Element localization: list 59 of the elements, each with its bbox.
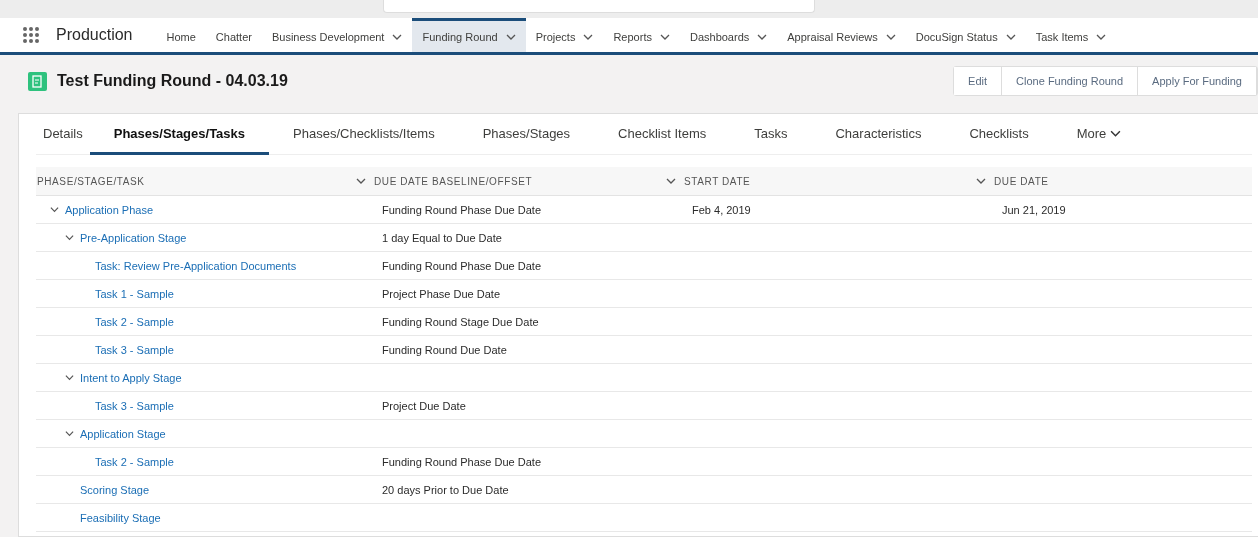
record-title: Test Funding Round - 04.03.19 [57, 72, 289, 90]
record-icon [28, 71, 47, 91]
column-header: DUE DATE [994, 175, 1049, 187]
app-launcher-icon[interactable] [22, 26, 40, 44]
tree-item-link[interactable]: Task 2 - Sample [95, 455, 174, 468]
sort-caret-icon[interactable] [976, 176, 986, 186]
tree-item-link[interactable]: Task 2 - Sample [95, 315, 174, 328]
tab[interactable]: Checklist Items [594, 114, 731, 155]
table-cell: Funding Round Phase Due Date [382, 259, 541, 272]
table-cell: Funding Round Due Date [382, 343, 507, 356]
tab[interactable]: Phases/Stages/Tasks [89, 114, 270, 155]
tree-item-link[interactable]: Intent to Apply Stage [80, 371, 182, 384]
table-cell: Feb 4, 2019 [692, 203, 751, 216]
nav-tab[interactable]: Chatter [205, 18, 262, 52]
table-cell: Funding Round Phase Due Date [382, 455, 541, 468]
app-name: Production [56, 26, 133, 44]
tree-item-link[interactable]: Pre-Application Stage [80, 231, 187, 244]
chevron-icon[interactable] [65, 233, 74, 242]
table-cell: Funding Round Stage Due Date [382, 315, 539, 328]
nav-tab[interactable]: Appraisal Reviews [777, 18, 906, 52]
nav-tab[interactable]: DocuSign Status [905, 18, 1026, 52]
tree-item-link[interactable]: Task: Review Pre-Application Documents [95, 259, 297, 272]
tree-item-link[interactable]: Task 3 - Sample [95, 343, 174, 356]
search-field[interactable] [383, 0, 815, 13]
nav-tab[interactable]: Business Development [261, 18, 413, 52]
tree-item-link[interactable]: Application Phase [65, 203, 154, 216]
table-cell: Funding Round Phase Due Date [382, 203, 541, 216]
tree-item-link[interactable]: Application Stage [80, 427, 166, 440]
chevron-icon[interactable] [50, 205, 59, 214]
chevron-icon[interactable] [65, 373, 74, 382]
tree-item-link[interactable]: Task 1 - Sample [95, 287, 174, 300]
column-header: START DATE [684, 175, 751, 187]
tab[interactable]: Details [36, 114, 90, 155]
nav-tab[interactable]: Dashboards [679, 18, 778, 52]
nav-tab[interactable]: Projects [525, 18, 604, 52]
sort-caret-icon[interactable] [666, 176, 676, 186]
tree-item-link[interactable]: Feasibility Stage [80, 511, 161, 524]
table-cell: 1 day Equal to Due Date [382, 231, 502, 244]
tab[interactable]: More [1052, 114, 1146, 155]
nav-tab[interactable]: Reports [603, 18, 680, 52]
table-cell: 20 days Prior to Due Date [382, 483, 509, 496]
table-cell: Project Due Date [382, 399, 466, 412]
action-button[interactable]: Edit [954, 67, 1003, 95]
chevron-icon[interactable] [65, 429, 74, 438]
table-cell: Project Phase Due Date [382, 287, 500, 300]
column-header: PHASE/STAGE/TASK [37, 175, 145, 187]
table-cell: Jun 21, 2019 [1002, 203, 1066, 216]
nav-tab[interactable]: Funding Round [412, 18, 526, 52]
tab[interactable]: Phases/Checklists/Items [269, 114, 459, 155]
tab[interactable]: Tasks [730, 114, 812, 155]
tab[interactable]: Phases/Stages [458, 114, 595, 155]
nav-tab[interactable]: Home [156, 18, 206, 52]
tab[interactable]: Characteristics [811, 114, 946, 155]
nav-tab[interactable]: Task Items [1025, 18, 1117, 52]
sort-caret-icon[interactable] [356, 176, 366, 186]
tab[interactable]: Checklists [945, 114, 1053, 155]
tree-item-link[interactable]: Task 3 - Sample [95, 399, 174, 412]
tree-item-link[interactable]: Scoring Stage [80, 483, 150, 496]
column-header: DUE DATE BASELINE/OFFSET [374, 175, 533, 187]
